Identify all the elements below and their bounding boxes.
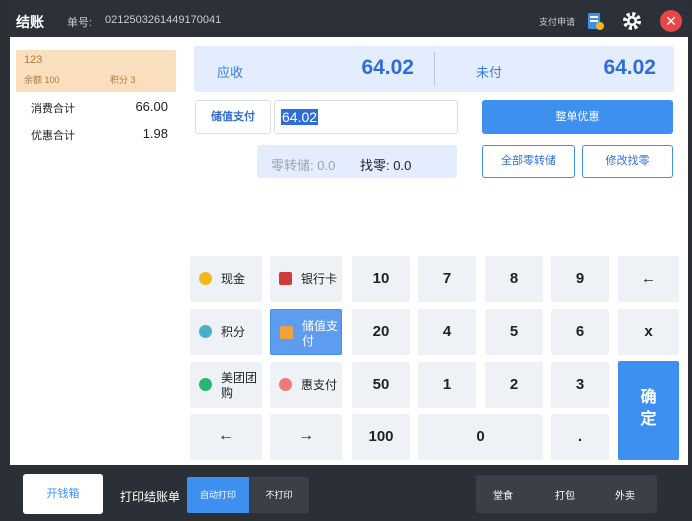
key-5[interactable]: 5 (485, 309, 543, 355)
key-backspace[interactable]: ← (618, 256, 679, 302)
change-box: 零转储: 0.0 找零: 0.0 (257, 145, 457, 178)
method-label: 惠支付 (301, 378, 338, 392)
print-receipt-label: 打印结账单 (120, 490, 181, 504)
amount-bar: 应收 64.02 未付 64.02 (194, 46, 674, 92)
discount-total-value: 1.98 (142, 126, 168, 141)
order-number-label: 单号: (67, 17, 93, 29)
unpaid-label: 未付 (476, 65, 503, 80)
unionpay-icon (279, 272, 292, 285)
gear-icon[interactable] (621, 10, 643, 32)
key-8[interactable]: 8 (485, 256, 543, 302)
confirm-label-top: 确 (640, 389, 657, 406)
payment-method-tag[interactable]: 储值支付 (195, 100, 271, 134)
method-label: 积分 (221, 325, 246, 339)
confirm-button[interactable]: 确 定 (618, 361, 679, 460)
page-next-button[interactable]: → (270, 414, 342, 460)
receivable-value: 64.02 (361, 56, 414, 79)
key-2[interactable]: 2 (485, 362, 543, 408)
mode-pack[interactable]: 打包 (555, 487, 575, 502)
member-points: 积分 3 (110, 75, 136, 85)
mode-dine-in[interactable]: 堂食 (493, 487, 513, 502)
meituan-icon (199, 378, 212, 391)
key-dot[interactable]: . (551, 414, 609, 460)
method-label: 美团团购 (221, 371, 258, 400)
key-10[interactable]: 10 (352, 256, 410, 302)
key-9[interactable]: 9 (551, 256, 609, 302)
confirm-label-bottom: 定 (640, 411, 657, 428)
payment-amount-input[interactable]: 64.02 (274, 100, 458, 134)
cash-icon (199, 272, 212, 285)
pay-apply-link[interactable]: 支付申请 (539, 15, 575, 28)
key-4[interactable]: 4 (418, 309, 476, 355)
no-print-toggle[interactable]: 不打印 (249, 477, 309, 513)
discount-total-label: 优惠合计 (31, 130, 75, 142)
consume-total-value: 66.00 (135, 99, 168, 114)
window-title: 结账 (16, 14, 44, 30)
key-20[interactable]: 20 (352, 309, 410, 355)
key-3[interactable]: 3 (551, 362, 609, 408)
method-hui-pay-button[interactable]: 惠支付 (270, 362, 342, 408)
key-50[interactable]: 50 (352, 362, 410, 408)
method-label: 现金 (221, 272, 246, 286)
all-zero-store-button[interactable]: 全部零转储 (482, 145, 575, 178)
key-1[interactable]: 1 (418, 362, 476, 408)
key-6[interactable]: 6 (551, 309, 609, 355)
close-icon[interactable]: ✕ (660, 10, 682, 32)
method-meituan-button[interactable]: 美团团购 (190, 362, 262, 408)
title-bar: 结账 单号: 0212503261449170041 支付申请 ✕ (10, 5, 690, 37)
page-prev-button[interactable]: ← (190, 414, 262, 460)
method-cash-button[interactable]: 现金 (190, 256, 262, 302)
method-points-button[interactable]: 积分 (190, 309, 262, 355)
change-text: 找零: 0.0 (360, 158, 412, 173)
whole-discount-button[interactable]: 整单优惠 (482, 100, 673, 134)
hui-pay-icon (279, 378, 292, 391)
method-stored-value-button[interactable]: 储值支付 (270, 309, 342, 355)
receivable-label: 应收 (217, 65, 244, 80)
mode-delivery[interactable]: 外卖 (615, 487, 635, 502)
zero-store-text: 零转储: 0.0 (271, 158, 336, 173)
member-card[interactable]: 123 余额 100 积分 3 (16, 50, 176, 92)
bill-icon[interactable] (584, 10, 606, 32)
method-bankcard-button[interactable]: 银行卡 (270, 256, 342, 302)
stored-value-icon (280, 326, 293, 339)
key-100[interactable]: 100 (352, 414, 410, 460)
member-name: 123 (24, 54, 43, 66)
modify-change-button[interactable]: 修改找零 (582, 145, 673, 178)
points-icon (199, 325, 212, 338)
member-balance: 余额 100 (24, 75, 60, 85)
amount-divider (434, 52, 435, 86)
order-number: 0212503261449170041 (105, 14, 222, 26)
consume-total-label: 消费合计 (31, 103, 75, 115)
method-label: 储值支付 (302, 319, 339, 348)
method-label: 银行卡 (301, 272, 338, 286)
payment-amount-value: 64.02 (281, 109, 319, 125)
open-cash-drawer-button[interactable]: 开钱箱 (23, 474, 103, 514)
key-7[interactable]: 7 (418, 256, 476, 302)
unpaid-value: 64.02 (603, 56, 656, 79)
auto-print-toggle[interactable]: 自动打印 (187, 477, 249, 513)
key-clear[interactable]: x (618, 309, 679, 355)
key-0[interactable]: 0 (418, 414, 543, 460)
